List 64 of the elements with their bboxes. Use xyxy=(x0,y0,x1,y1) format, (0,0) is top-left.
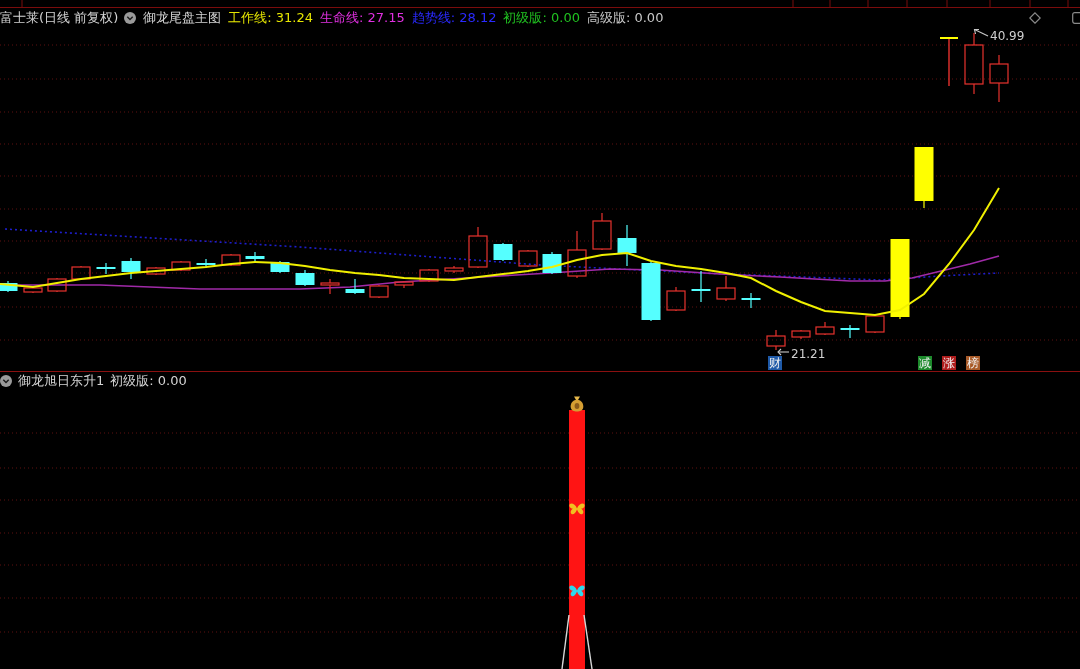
candle xyxy=(369,284,389,299)
butterfly-icon xyxy=(569,585,585,597)
signal-tag: 榜 xyxy=(966,356,980,370)
candle xyxy=(96,262,116,275)
candle xyxy=(419,268,439,283)
candle xyxy=(394,280,414,289)
chevron-down-icon[interactable] xyxy=(124,12,137,24)
security-title: 富士莱(日线 前复权) xyxy=(0,9,119,27)
candle xyxy=(964,32,984,95)
candle xyxy=(121,257,141,280)
indicator-value: 工作线: 31.24 xyxy=(228,9,313,27)
candle xyxy=(939,36,959,87)
indicator-value: 高级版: 0.00 xyxy=(586,9,664,27)
candle xyxy=(666,286,686,312)
candle xyxy=(641,261,661,322)
candle xyxy=(493,242,513,262)
candle xyxy=(518,249,538,268)
candle xyxy=(567,230,587,279)
price-label: 21.21 xyxy=(791,347,826,361)
candle xyxy=(914,146,934,209)
signal-tag: 涨 xyxy=(942,356,956,370)
money-bag-icon xyxy=(570,396,584,412)
candle xyxy=(617,224,637,267)
chevron-down-icon[interactable] xyxy=(0,375,12,387)
candle xyxy=(766,329,786,351)
butterfly-icon xyxy=(569,503,585,515)
candle xyxy=(245,251,265,264)
candle xyxy=(295,269,315,287)
candle xyxy=(146,266,166,276)
indicator-value: 初级版: 0.00 xyxy=(503,9,580,27)
candle xyxy=(444,265,464,274)
candle xyxy=(270,260,290,274)
candle xyxy=(716,275,736,302)
candle xyxy=(47,277,67,293)
indicator-value: 生命线: 27.15 xyxy=(320,9,405,27)
candle xyxy=(345,278,365,295)
candle xyxy=(592,212,612,251)
flare-line xyxy=(583,614,593,669)
candle xyxy=(989,54,1009,103)
candle xyxy=(23,285,43,294)
diamond-icon[interactable] xyxy=(1029,12,1041,24)
indicator-name: 御龙旭日东升1 xyxy=(18,372,105,390)
candle xyxy=(865,314,885,334)
signal-tag: 减 xyxy=(918,356,932,370)
candle xyxy=(468,226,488,269)
signal-tag: 财 xyxy=(768,356,782,370)
candle xyxy=(171,260,191,272)
candle xyxy=(0,280,18,293)
candle xyxy=(71,265,91,281)
leader-arrow xyxy=(973,28,989,37)
candle xyxy=(320,278,340,295)
flare-line xyxy=(561,614,570,669)
candle xyxy=(691,270,711,303)
candle xyxy=(791,329,811,340)
price-label: 40.99 xyxy=(990,29,1025,43)
indicator-value: 初级版: 0.00 xyxy=(110,372,187,390)
candle xyxy=(840,324,860,339)
indicator-name: 御龙尾盘主图 xyxy=(143,9,222,27)
leader-arrow xyxy=(777,348,790,356)
candle xyxy=(815,321,835,336)
candle xyxy=(741,292,761,309)
indicator-value: 趋势线: 28.12 xyxy=(411,9,497,27)
candle xyxy=(196,258,216,269)
candle xyxy=(221,253,241,267)
